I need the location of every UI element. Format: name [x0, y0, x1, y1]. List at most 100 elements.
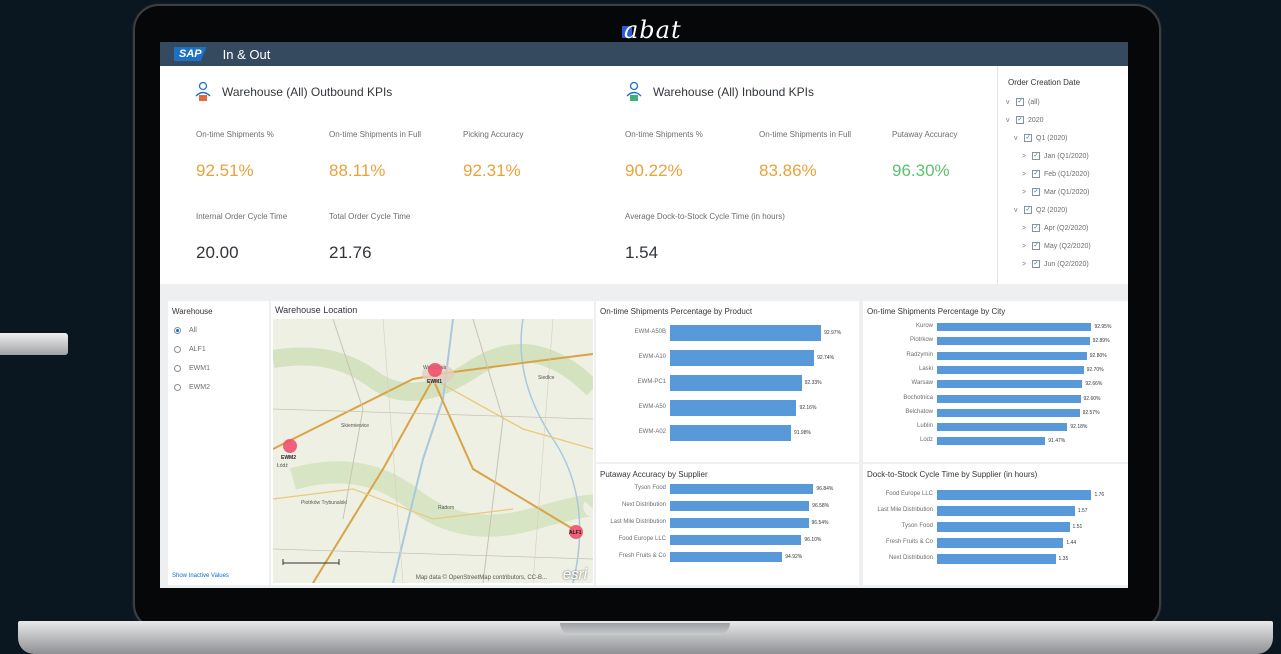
tree-item[interactable]: > ✓ Feb (Q1/2020) [1006, 165, 1128, 183]
chevron-down-icon[interactable]: v [1006, 99, 1014, 106]
map-canvas: Warszawa Skierniewice Piotrków Trybunals… [271, 318, 594, 584]
bar[interactable] [670, 425, 791, 441]
checkbox[interactable]: ✓ [1032, 242, 1040, 250]
chevron-right-icon[interactable]: > [1022, 261, 1030, 268]
bar[interactable] [937, 337, 1090, 346]
tree-item[interactable]: > ✓ May (Q2/2020) [1006, 237, 1128, 255]
kpi-tile[interactable]: Picking Accuracy 92.31% [463, 130, 523, 181]
checkbox[interactable]: ✓ [1032, 188, 1040, 196]
bar[interactable] [937, 506, 1075, 516]
bar[interactable] [937, 522, 1070, 532]
tree-item[interactable]: v ✓ 2020 [1006, 111, 1128, 129]
tree-item[interactable]: > ✓ Mar (Q1/2020) [1006, 183, 1128, 201]
radio-option-all[interactable]: All [168, 321, 269, 340]
checkbox[interactable]: ✓ [1032, 152, 1040, 160]
chevron-right-icon[interactable]: > [1022, 225, 1030, 232]
warehouse-worker-icon [194, 81, 212, 103]
warehouse-location-panel: Warehouse Location Skierniewice Piotrków… [271, 301, 594, 585]
radio-option-ewm2[interactable]: EWM2 [168, 378, 269, 397]
bar[interactable] [937, 423, 1068, 432]
radio-button[interactable] [174, 384, 181, 391]
kpi-tile[interactable]: Putaway Accuracy 96.30% [892, 130, 957, 181]
map-attribution: Map data © OpenStreetMap contributors, C… [415, 575, 547, 581]
chart-dock-to-stock-by-supplier[interactable]: Dock-to-Stock Cycle Time by Supplier (in… [863, 464, 1128, 585]
radio-option-alf1[interactable]: ALF1 [168, 340, 269, 359]
bar[interactable] [670, 375, 802, 391]
checkbox[interactable]: ✓ [1032, 224, 1040, 232]
bar-category-label: Next Distribution [621, 502, 666, 508]
checkbox[interactable]: ✓ [1024, 134, 1032, 142]
kpi-tile[interactable]: On-time Shipments % 92.51% [196, 130, 274, 181]
radio-option-ewm1[interactable]: EWM1 [168, 359, 269, 378]
bar-category-label: Kurow [915, 323, 933, 329]
chart-ontime-by-product[interactable]: On-time Shipments Percentage by Product … [596, 301, 859, 462]
bar-value-label: 92.33% [804, 380, 822, 386]
bar-value-label: 96.10% [804, 537, 822, 543]
kpi-tile[interactable]: Total Order Cycle Time 21.76 [329, 212, 410, 263]
show-inactive-link[interactable]: Show Inactive Values [172, 573, 229, 579]
radio-button[interactable] [174, 327, 181, 334]
bar[interactable] [937, 490, 1092, 500]
chevron-down-icon[interactable]: v [1006, 117, 1014, 124]
sap-logo[interactable]: SAP [174, 47, 207, 61]
bar[interactable] [937, 365, 1084, 374]
warehouse-map[interactable]: Warszawa Skierniewice Piotrków Trybunals… [271, 318, 594, 584]
bar[interactable] [670, 325, 822, 341]
bar[interactable] [937, 408, 1080, 417]
bar[interactable] [937, 351, 1087, 360]
chevron-right-icon[interactable]: > [1022, 153, 1030, 160]
chevron-right-icon[interactable]: > [1022, 243, 1030, 250]
chart-ontime-by-city[interactable]: On-time Shipments Percentage by City Kur… [863, 301, 1128, 462]
bar-category-label: Next Distribution [888, 555, 933, 561]
bar[interactable] [937, 394, 1081, 403]
bar-category-label: Laski [918, 365, 933, 372]
checkbox[interactable]: ✓ [1016, 98, 1024, 106]
kpi-tile[interactable]: Average Dock-to-Stock Cycle Time (in hou… [625, 212, 785, 263]
chevron-down-icon[interactable]: v [1014, 207, 1022, 214]
checkbox[interactable]: ✓ [1016, 116, 1024, 124]
bar[interactable] [937, 538, 1064, 548]
bar[interactable] [670, 518, 809, 528]
map-place-label: Radom [438, 505, 454, 511]
bar[interactable] [937, 323, 1092, 331]
tree-item[interactable]: > ✓ Apr (Q2/2020) [1006, 219, 1128, 237]
outbound-kpi-section: Warehouse (All) Outbound KPIs [194, 80, 392, 104]
tree-item[interactable]: > ✓ Jun (Q2/2020) [1006, 255, 1128, 273]
bar-value-label: 92.89% [1092, 338, 1110, 345]
checkbox[interactable]: ✓ [1024, 206, 1032, 214]
bar-category-label: EWM-A10 [638, 354, 666, 360]
bar[interactable] [937, 380, 1083, 389]
bar[interactable] [670, 535, 802, 545]
checkbox[interactable]: ✓ [1032, 170, 1040, 178]
kpi-tile[interactable]: On-time Shipments in Full 83.86% [759, 130, 851, 181]
radio-button[interactable] [174, 365, 181, 372]
bar[interactable] [937, 437, 1046, 446]
bar[interactable] [937, 554, 1056, 564]
tree-item[interactable]: v ✓ Q2 (2020) [1006, 201, 1128, 219]
inbound-kpi-section: Warehouse (All) Inbound KPIs [625, 80, 814, 104]
bar-category-label: EWM-A50B [634, 329, 666, 335]
bar[interactable] [670, 350, 815, 366]
kpi-tile[interactable]: On-time Shipments in Full 88.11% [329, 130, 421, 181]
bar[interactable] [670, 400, 797, 416]
tree-item[interactable]: > ✓ Jan (Q1/2020) [1006, 147, 1128, 165]
bar-value-label: 1.51 [1072, 524, 1083, 530]
bar-category-label: Food Europe LLC [885, 491, 933, 497]
map-marker-label: EWM1 [427, 379, 442, 385]
bar[interactable] [670, 552, 783, 562]
tree-item[interactable]: v ✓ Q1 (2020) [1006, 129, 1128, 147]
bar[interactable] [670, 501, 810, 511]
checkbox[interactable]: ✓ [1032, 260, 1040, 268]
tree-item[interactable]: v ✓ (all) [1006, 93, 1128, 111]
bar-value-label: 92.18% [1070, 424, 1088, 431]
chart-putaway-by-supplier[interactable]: Putaway Accuracy by Supplier Tyson Food 9… [596, 464, 859, 585]
chevron-right-icon[interactable]: > [1022, 171, 1030, 178]
bar-category-label: Belchatow [905, 408, 933, 415]
bar[interactable] [670, 484, 814, 494]
chevron-right-icon[interactable]: > [1022, 189, 1030, 196]
kpi-tile[interactable]: On-time Shipments % 90.22% [625, 130, 703, 181]
chevron-down-icon[interactable]: v [1014, 135, 1022, 142]
bottom-area: Warehouse All ALF1 EWM1 EWM2 Show Inacti… [160, 295, 1128, 588]
kpi-tile[interactable]: Internal Order Cycle Time 20.00 [196, 212, 287, 263]
radio-button[interactable] [174, 346, 181, 353]
